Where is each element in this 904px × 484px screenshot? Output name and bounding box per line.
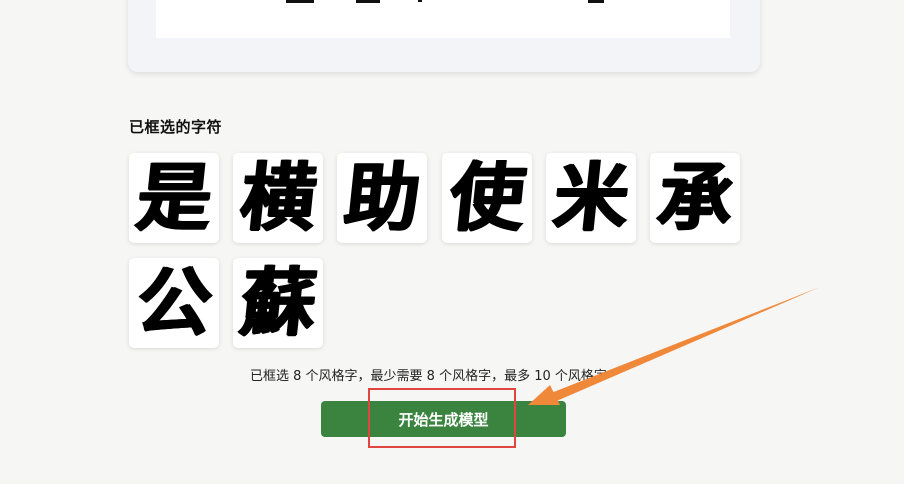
upload-preview-card bbox=[128, 0, 760, 72]
preview-strokes bbox=[286, 0, 604, 3]
character-glyph: 承 bbox=[653, 155, 737, 241]
character-tile[interactable]: 助 bbox=[337, 153, 427, 243]
character-glyph: 助 bbox=[340, 155, 424, 241]
character-glyph: 使 bbox=[445, 155, 529, 241]
character-tile[interactable]: 公 bbox=[129, 258, 219, 348]
character-glyph: 米 bbox=[549, 155, 633, 241]
character-tile[interactable]: 使 bbox=[442, 153, 532, 243]
selection-status-text: 已框选 8 个风格字，最少需要 8 个风格字，最多 10 个风格字 bbox=[250, 369, 607, 384]
character-tile[interactable]: 横 bbox=[233, 153, 323, 243]
start-generate-model-button[interactable]: 开始生成模型 bbox=[321, 401, 566, 437]
selected-characters-title: 已框选的字符 bbox=[129, 118, 223, 136]
preview-image bbox=[156, 0, 730, 38]
character-glyph: 横 bbox=[236, 155, 320, 241]
character-glyph: 是 bbox=[132, 155, 216, 241]
character-glyph: 公 bbox=[132, 260, 216, 346]
character-tile[interactable]: 蘇 bbox=[233, 258, 323, 348]
character-glyph: 蘇 bbox=[236, 260, 320, 346]
start-generate-model-label: 开始生成模型 bbox=[398, 410, 489, 429]
character-tile[interactable]: 是 bbox=[129, 153, 219, 243]
character-tile[interactable]: 米 bbox=[546, 153, 636, 243]
character-tile[interactable]: 承 bbox=[650, 153, 740, 243]
page: 已框选的字符 是 横 助 使 米 承 公 蘇 已框选 8 个风格字，最少需要 8… bbox=[0, 0, 904, 484]
